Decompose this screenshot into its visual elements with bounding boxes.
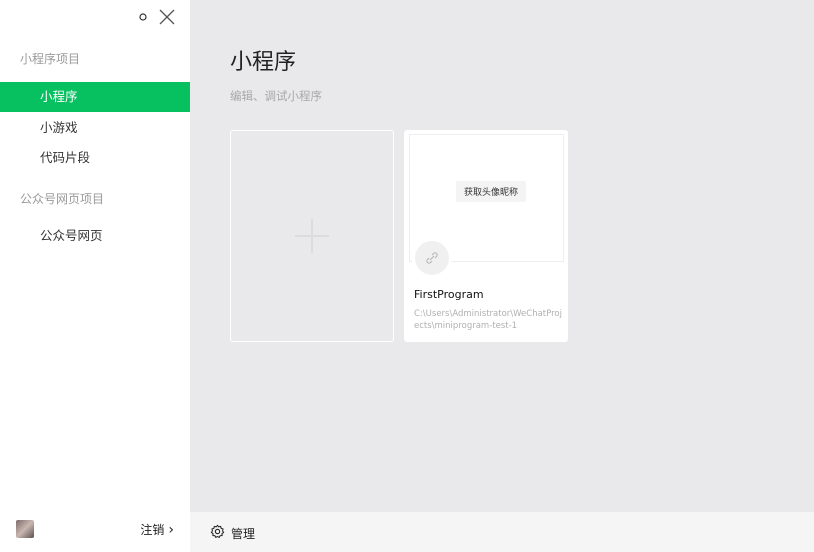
- main-panel: 小程序 编辑、调试小程序 获取头像昵称 FirstProgram C:\User…: [190, 0, 814, 552]
- user-bar: 注销 ›: [0, 508, 190, 552]
- project-path: C:\Users\Administrator\WeChatProjects\mi…: [414, 309, 562, 331]
- gear-icon: [210, 524, 225, 542]
- settings-dot-icon[interactable]: [136, 10, 150, 24]
- avatar[interactable]: [16, 520, 34, 538]
- section-title-miniprogram: 小程序项目: [20, 52, 81, 66]
- sidebar-item-official-web[interactable]: 公众号网页: [0, 221, 190, 251]
- manage-label: 管理: [231, 526, 256, 541]
- project-link-icon: [412, 238, 452, 278]
- sidebar-item-minigame[interactable]: 小游戏: [0, 113, 190, 143]
- sidebar-item-code-snippet[interactable]: 代码片段: [0, 143, 190, 173]
- page-subtitle: 编辑、调试小程序: [230, 89, 322, 103]
- sidebar: 小程序项目 小程序 小游戏 代码片段 公众号网页项目 公众号网页 注销 ›: [0, 0, 190, 552]
- page-title: 小程序: [230, 50, 297, 75]
- close-icon[interactable]: [158, 8, 176, 26]
- chevron-right-icon: ›: [168, 521, 174, 538]
- app-window: 小程序项目 小程序 小游戏 代码片段 公众号网页项目 公众号网页 注销 › 小程…: [0, 0, 814, 552]
- project-card[interactable]: 获取头像昵称 FirstProgram C:\Users\Administrat…: [404, 130, 568, 342]
- logout-label: 注销: [140, 523, 165, 537]
- manage-button[interactable]: 管理: [210, 524, 255, 542]
- section-title-official-web: 公众号网页项目: [20, 192, 105, 206]
- bottom-bar: 管理: [190, 512, 814, 552]
- project-name: FirstProgram: [414, 288, 484, 301]
- sidebar-item-miniprogram[interactable]: 小程序: [0, 82, 190, 112]
- new-project-card[interactable]: [230, 130, 394, 342]
- plus-icon: [295, 219, 329, 253]
- logout-button[interactable]: 注销 ›: [140, 521, 174, 538]
- window-controls: [136, 8, 176, 26]
- preview-button: 获取头像昵称: [456, 181, 527, 202]
